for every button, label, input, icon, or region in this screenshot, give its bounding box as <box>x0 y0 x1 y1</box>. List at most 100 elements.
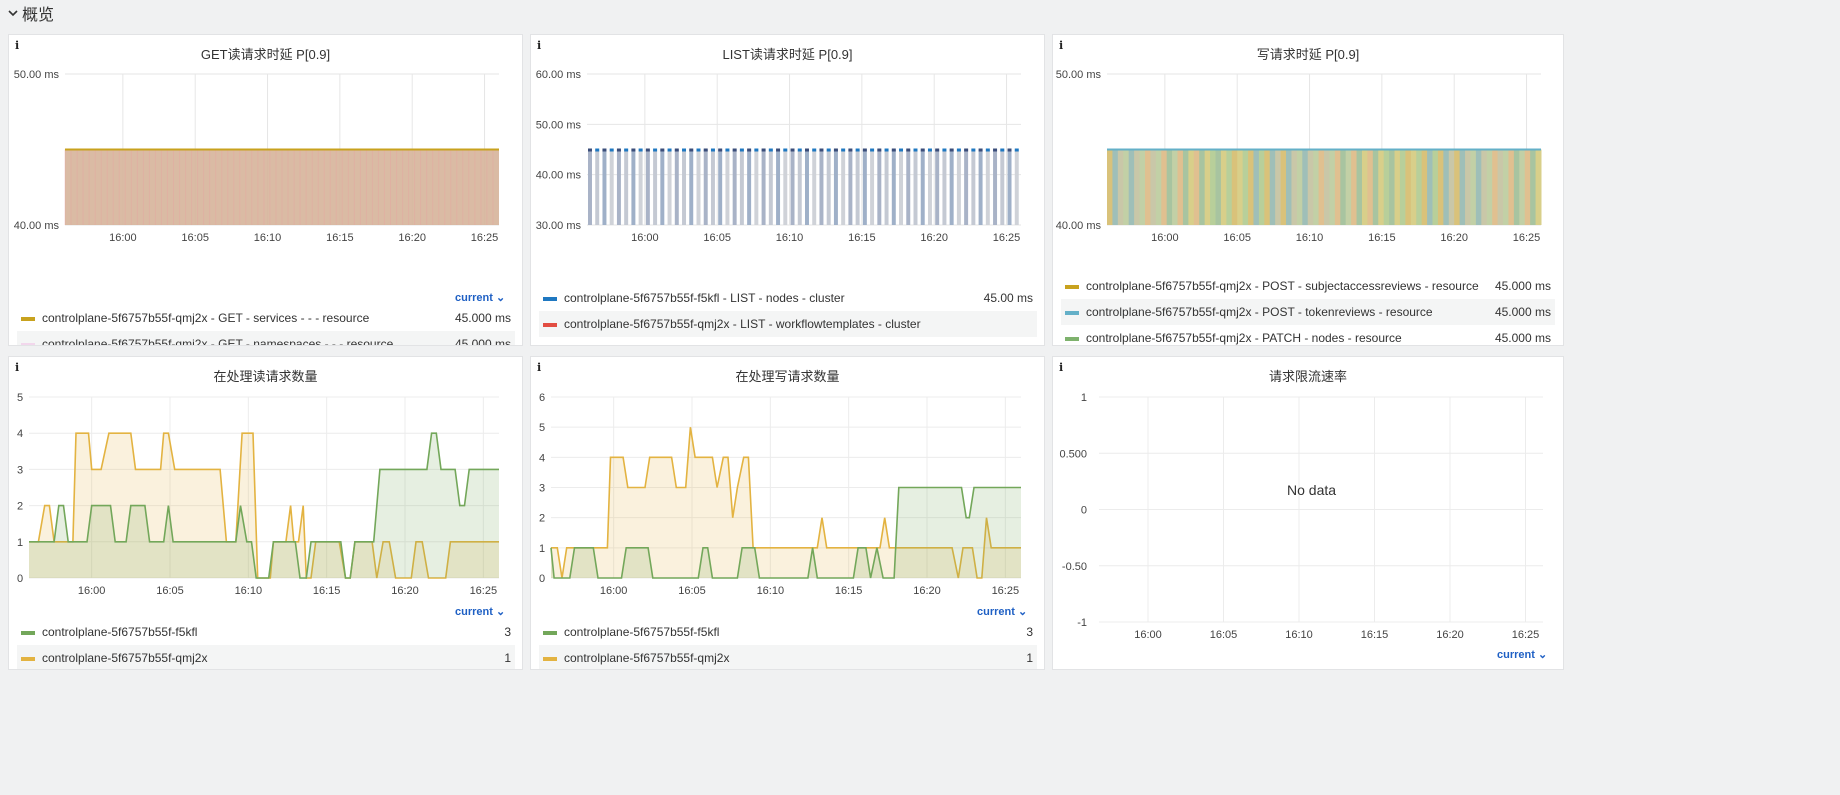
series-area <box>1394 149 1401 225</box>
bar-cap <box>645 148 650 152</box>
series-area <box>1117 149 1124 225</box>
x-tick-label: 16:05 <box>1210 629 1238 641</box>
x-tick-label: 16:25 <box>992 585 1020 597</box>
legend-item[interactable]: controlplane-5f6757b55f-f5kfl - LIST - n… <box>539 285 1037 311</box>
series-area <box>1182 149 1189 225</box>
latency-chart[interactable]: 50.00 ms 40.00 ms 16:00 16:05 16:10 16:15 16:2… <box>9 35 523 275</box>
current-sort-toggle[interactable]: current ⌄ <box>977 605 1027 618</box>
bar-cap <box>725 148 730 152</box>
x-tick-label: 16:20 <box>391 585 419 597</box>
series-area <box>1188 149 1195 225</box>
series-area <box>1296 149 1303 225</box>
x-tick-label: 16:00 <box>1151 232 1179 244</box>
bar <box>942 149 947 225</box>
legend-item[interactable]: controlplane-5f6757b55f-f5kfl 3 <box>539 619 1037 645</box>
legend-series-value: 3 <box>1026 625 1033 639</box>
chevron-down-icon[interactable] <box>6 6 20 20</box>
series-area <box>1231 149 1238 225</box>
bar-cap <box>602 148 607 152</box>
series-area <box>1405 149 1412 225</box>
latency-chart[interactable]: 60.00 ms 50.00 ms 40.00 ms 30.00 ms 16:00 16:… <box>531 35 1045 275</box>
bar-cap <box>754 148 759 152</box>
bar-cap <box>870 148 875 152</box>
bar-cap <box>761 148 766 152</box>
bar-cap <box>660 148 665 152</box>
y-tick-label: 4 <box>539 452 545 464</box>
bar <box>833 149 838 225</box>
series-area <box>1150 149 1157 225</box>
bar-cap <box>667 148 672 152</box>
bar <box>595 149 600 225</box>
bar-cap <box>805 148 809 152</box>
bar <box>616 149 621 225</box>
row-header[interactable]: 概览 <box>0 0 1840 26</box>
x-tick-label: 16:10 <box>254 232 282 244</box>
legend-item[interactable]: controlplane-5f6757b55f-qmj2x 1 <box>539 645 1037 669</box>
x-tick-label: 16:15 <box>1368 232 1396 244</box>
bar <box>812 149 817 225</box>
no-data-label: No data <box>1287 482 1337 498</box>
legend-item[interactable]: controlplane-5f6757b55f-qmj2x - GET - na… <box>17 331 515 346</box>
inflight-chart[interactable]: 0 1 2 3 4 5 6 16:00 16:05 16:10 16:15 16:20 16:25 <box>531 357 1045 602</box>
bar <box>710 149 715 225</box>
bar-cap <box>848 148 853 152</box>
bar <box>870 149 875 225</box>
x-tick-label: 16:05 <box>181 232 209 244</box>
series-area <box>1481 149 1488 225</box>
legend-item[interactable]: controlplane-5f6757b55f-qmj2x - LIST - w… <box>539 311 1037 337</box>
bar-cap <box>653 148 658 152</box>
bar-cap <box>689 148 694 152</box>
bar <box>949 149 954 225</box>
bar <box>884 149 889 225</box>
legend-item[interactable]: controlplane-5f6757b55f-qmj2x - GET - se… <box>17 305 515 331</box>
rate-limit-chart[interactable]: 1 0.500 0 -0.50 -1 16:00 16:05 16:10 16:15 16:20 1… <box>1053 357 1564 647</box>
bar <box>805 149 809 225</box>
series-area <box>1199 149 1206 225</box>
bar <box>718 149 723 225</box>
series-area <box>1443 149 1450 225</box>
y-tick-label: 30.00 ms <box>536 220 582 232</box>
x-tick-label: 16:25 <box>471 232 499 244</box>
bar <box>819 149 824 225</box>
current-sort-toggle[interactable]: current ⌄ <box>1497 648 1547 661</box>
legend-item[interactable]: controlplane-5f6757b55f-qmj2x - LIST - w… <box>539 337 1037 345</box>
series-area <box>1508 149 1515 225</box>
y-tick-label: 60.00 ms <box>536 69 582 81</box>
bar-cap <box>927 148 932 152</box>
x-tick-label: 16:15 <box>835 585 863 597</box>
legend-series-name: controlplane-5f6757b55f-qmj2x - GET - na… <box>42 337 394 346</box>
x-tick-label: 16:05 <box>1223 232 1251 244</box>
bar <box>826 149 831 225</box>
latency-chart[interactable]: 50.00 ms 40.00 ms 16:00 16:05 16:10 16:15 16:2… <box>1053 35 1564 275</box>
legend-item[interactable]: controlplane-5f6757b55f-qmj2x - POST - t… <box>1061 299 1555 325</box>
x-tick-label: 16:10 <box>1296 232 1324 244</box>
bar-cap <box>855 148 860 152</box>
current-sort-toggle[interactable]: current ⌄ <box>455 605 505 618</box>
series-area <box>1258 149 1265 225</box>
bar-cap <box>710 148 715 152</box>
legend-item[interactable]: controlplane-5f6757b55f-qmj2x 1 <box>17 645 515 669</box>
legend-series-value: 45.000 ms <box>454 311 511 325</box>
bar-cap <box>812 148 817 152</box>
bar-cap <box>732 148 737 152</box>
y-tick-label: 0 <box>539 573 545 585</box>
legend-series-name: controlplane-5f6757b55f-qmj2x - POST - t… <box>1086 305 1433 319</box>
legend-item[interactable]: controlplane-5f6757b55f-qmj2x - PATCH - … <box>1061 325 1555 345</box>
series-area <box>1437 149 1444 225</box>
bar <box>768 149 773 225</box>
x-tick-label: 16:20 <box>913 585 941 597</box>
bar <box>899 149 904 225</box>
series-area <box>1253 149 1260 225</box>
bar <box>645 149 650 225</box>
legend-item[interactable]: controlplane-5f6757b55f-qmj2x - POST - s… <box>1061 273 1555 299</box>
legend-color-swatch <box>21 343 35 345</box>
x-tick-label: 16:05 <box>678 585 706 597</box>
current-sort-toggle[interactable]: current ⌄ <box>455 291 505 304</box>
inflight-chart[interactable]: 0 1 2 3 4 5 16:00 16:05 16:10 16:15 16:20 16:25 <box>9 357 523 602</box>
y-tick-label: 4 <box>17 428 23 440</box>
series-area <box>1427 149 1433 225</box>
series-area <box>1356 149 1363 225</box>
y-tick-label: 2 <box>17 501 23 513</box>
legend-item[interactable]: controlplane-5f6757b55f-f5kfl 3 <box>17 619 515 645</box>
y-tick-label: 50.00 ms <box>14 69 60 81</box>
